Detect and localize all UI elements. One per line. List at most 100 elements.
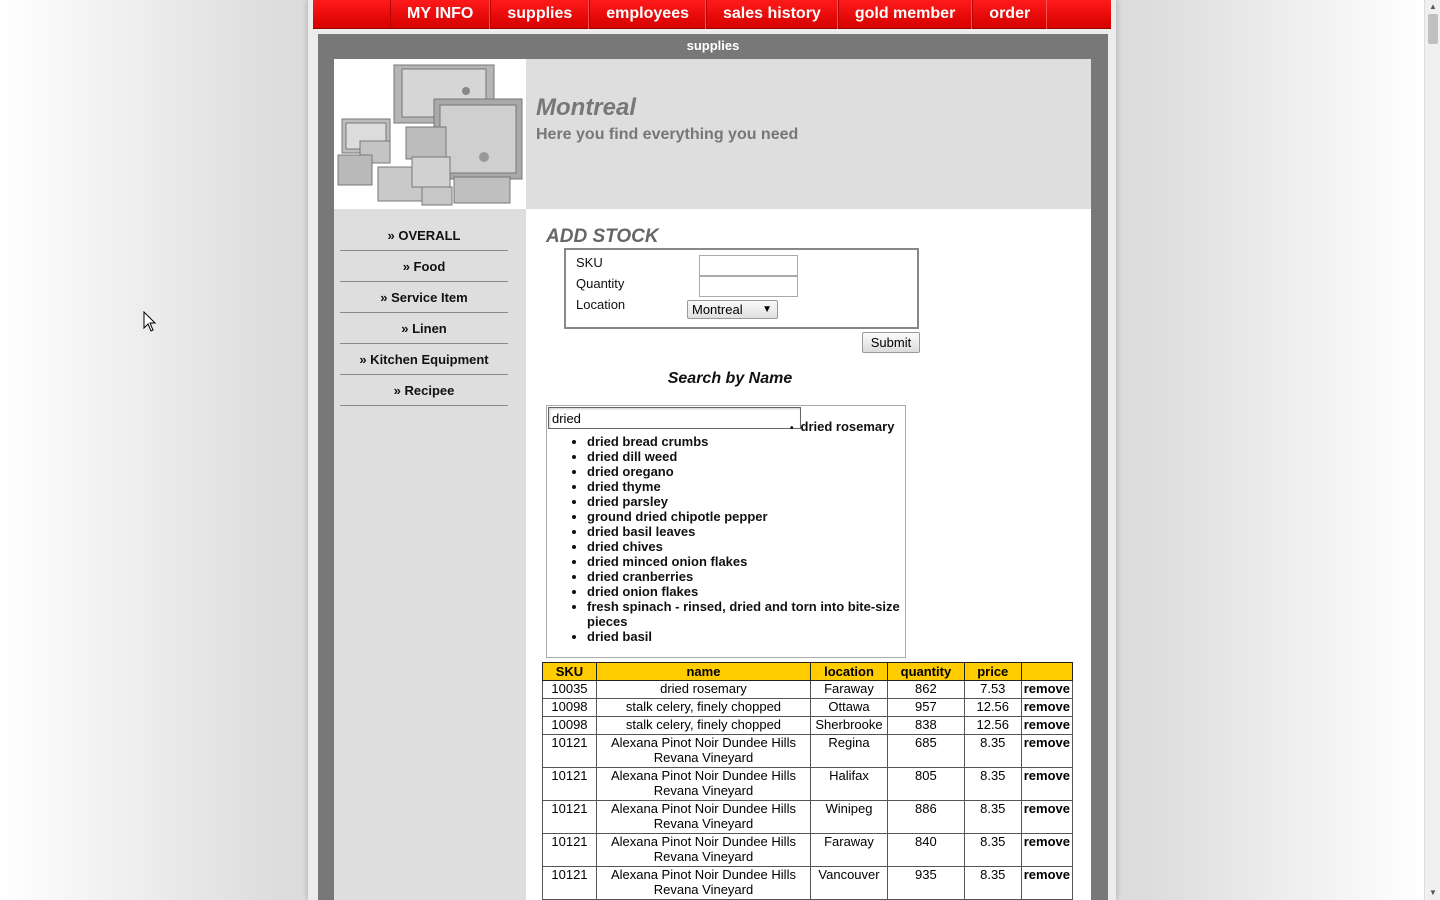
col-price: price — [963, 662, 1022, 681]
cell-location: Regina — [810, 734, 888, 768]
cell-quantity: 862 — [886, 680, 965, 699]
sku-label: SKU — [576, 255, 603, 270]
kitchen-equipment-image — [334, 59, 526, 209]
cell-quantity: 957 — [886, 698, 965, 717]
cell-name: Alexana Pinot Noir Dundee Hills Revana V… — [595, 833, 812, 867]
nav-sales-history[interactable]: sales history — [706, 0, 838, 29]
cell-quantity: 805 — [886, 767, 965, 801]
suggestion-item[interactable]: dried dill weed — [587, 449, 905, 464]
cell-sku: 10121 — [542, 767, 597, 801]
nav-supplies[interactable]: supplies — [490, 0, 590, 29]
cell-name: stalk celery, finely chopped — [595, 716, 812, 735]
cell-sku: 10035 — [542, 680, 597, 699]
cell-sku: 10098 — [542, 698, 597, 717]
suggestion-item[interactable]: dried parsley — [587, 494, 905, 509]
cell-name: Alexana Pinot Noir Dundee Hills Revana V… — [595, 866, 812, 900]
panel-title: supplies — [686, 38, 740, 53]
tagline: Here you find everything you need — [536, 126, 799, 143]
cell-name: Alexana Pinot Noir Dundee Hills Revana V… — [595, 767, 812, 801]
main-panel: supplies Montreal Here you find everythi… — [318, 34, 1108, 900]
suggestion-item[interactable]: dried cranberries — [587, 569, 905, 584]
suggestion-item[interactable]: dried onion flakes — [587, 584, 905, 599]
cell-location: Halifax — [810, 767, 888, 801]
table-row: 10121 Alexana Pinot Noir Dundee Hills Re… — [542, 833, 1074, 867]
remove-button[interactable]: remove — [1020, 680, 1074, 699]
remove-button[interactable]: remove — [1020, 866, 1074, 900]
col-action — [1020, 662, 1074, 681]
cell-price: 12.56 — [963, 698, 1022, 717]
nav-employees[interactable]: employees — [589, 0, 706, 29]
table-header-row: SKU name location quantity price — [542, 662, 1074, 681]
table-row: 10121 Alexana Pinot Noir Dundee Hills Re… — [542, 866, 1074, 900]
page-scrollbar[interactable]: ▲ ▼ — [1424, 0, 1440, 900]
search-box: dried rosemary dried bread crumbs dried … — [546, 405, 906, 658]
cell-price: 8.35 — [963, 734, 1022, 768]
cell-location: Faraway — [810, 680, 888, 699]
dropdown-arrow-icon: ▼ — [762, 304, 772, 315]
quantity-input[interactable] — [699, 276, 798, 297]
remove-button[interactable]: remove — [1020, 734, 1074, 768]
suggestion-item[interactable]: fresh spinach - rinsed, dried and torn i… — [587, 599, 905, 629]
cell-quantity: 935 — [886, 866, 965, 900]
remove-button[interactable]: remove — [1020, 833, 1074, 867]
location-label: Location — [576, 297, 626, 312]
cell-location: Faraway — [810, 833, 888, 867]
sidebar-item-recipee[interactable]: » Recipee — [340, 375, 508, 406]
cell-price: 7.53 — [963, 680, 1022, 699]
cell-sku: 10121 — [542, 866, 597, 900]
header-banner: Montreal Here you find everything you ne… — [334, 59, 1091, 209]
table-row: 10121 Alexana Pinot Noir Dundee Hills Re… — [542, 767, 1074, 801]
suggestion-item[interactable]: dried bread crumbs — [587, 434, 905, 449]
cell-sku: 10121 — [542, 734, 597, 768]
suggestion-item[interactable]: dried chives — [587, 539, 905, 554]
nav-my-info[interactable]: MY INFO — [390, 0, 491, 29]
remove-button[interactable]: remove — [1020, 767, 1074, 801]
cell-sku: 10098 — [542, 716, 597, 735]
col-quantity: quantity — [886, 662, 965, 681]
cell-location: Vancouver — [810, 866, 888, 900]
nav-order[interactable]: order — [972, 0, 1048, 29]
submit-button[interactable]: Submit — [862, 332, 920, 353]
remove-button[interactable]: remove — [1020, 800, 1074, 834]
mouse-cursor-icon — [143, 311, 157, 332]
scroll-thumb[interactable] — [1428, 14, 1438, 44]
cell-price: 8.35 — [963, 800, 1022, 834]
add-stock-title: ADD STOCK — [546, 226, 659, 247]
suggestion-item[interactable]: dried thyme — [587, 479, 905, 494]
col-location: location — [810, 662, 888, 681]
table-row: 10121 Alexana Pinot Noir Dundee Hills Re… — [542, 800, 1074, 834]
suggestion-item[interactable]: dried basil leaves — [587, 524, 905, 539]
scroll-down-icon[interactable]: ▼ — [1429, 888, 1437, 897]
suggestion-item[interactable]: dried rosemary — [790, 419, 895, 434]
remove-button[interactable]: remove — [1020, 698, 1074, 717]
suggestion-item[interactable]: ground dried chipotle pepper — [587, 509, 905, 524]
suggestion-item[interactable]: dried oregano — [587, 464, 905, 479]
sidebar-item-food[interactable]: » Food — [340, 251, 508, 282]
search-input[interactable] — [548, 407, 801, 429]
sku-input[interactable] — [699, 255, 798, 276]
cell-quantity: 840 — [886, 833, 965, 867]
scroll-up-icon[interactable]: ▲ — [1429, 2, 1437, 11]
location-select-value: Montreal — [692, 302, 743, 317]
top-nav: MY INFO supplies employees sales history… — [313, 0, 1111, 29]
cell-name: Alexana Pinot Noir Dundee Hills Revana V… — [595, 734, 812, 768]
add-stock-form: SKU Quantity Location Montreal ▼ — [564, 248, 919, 329]
table-row: 10098 stalk celery, finely chopped Ottaw… — [542, 698, 1074, 717]
content-area: ADD STOCK SKU Quantity Location Montreal… — [526, 209, 1091, 900]
location-select[interactable]: Montreal ▼ — [687, 300, 778, 319]
suggestion-item[interactable]: dried minced onion flakes — [587, 554, 905, 569]
sidebar-item-service-item[interactable]: » Service Item — [340, 282, 508, 313]
table-row: 10121 Alexana Pinot Noir Dundee Hills Re… — [542, 734, 1074, 768]
cell-price: 12.56 — [963, 716, 1022, 735]
sidebar-item-overall[interactable]: » OVERALL — [340, 220, 508, 251]
search-title: Search by Name — [667, 370, 793, 387]
suggestion-item[interactable]: dried basil — [587, 629, 905, 644]
cell-location: Winipeg — [810, 800, 888, 834]
sidebar-item-kitchen-equipment[interactable]: » Kitchen Equipment — [340, 344, 508, 375]
cell-name: stalk celery, finely chopped — [595, 698, 812, 717]
sidebar-item-linen[interactable]: » Linen — [340, 313, 508, 344]
cell-location: Sherbrooke — [810, 716, 888, 735]
col-name: name — [595, 662, 812, 681]
nav-gold-member[interactable]: gold member — [837, 0, 973, 29]
remove-button[interactable]: remove — [1020, 716, 1074, 735]
